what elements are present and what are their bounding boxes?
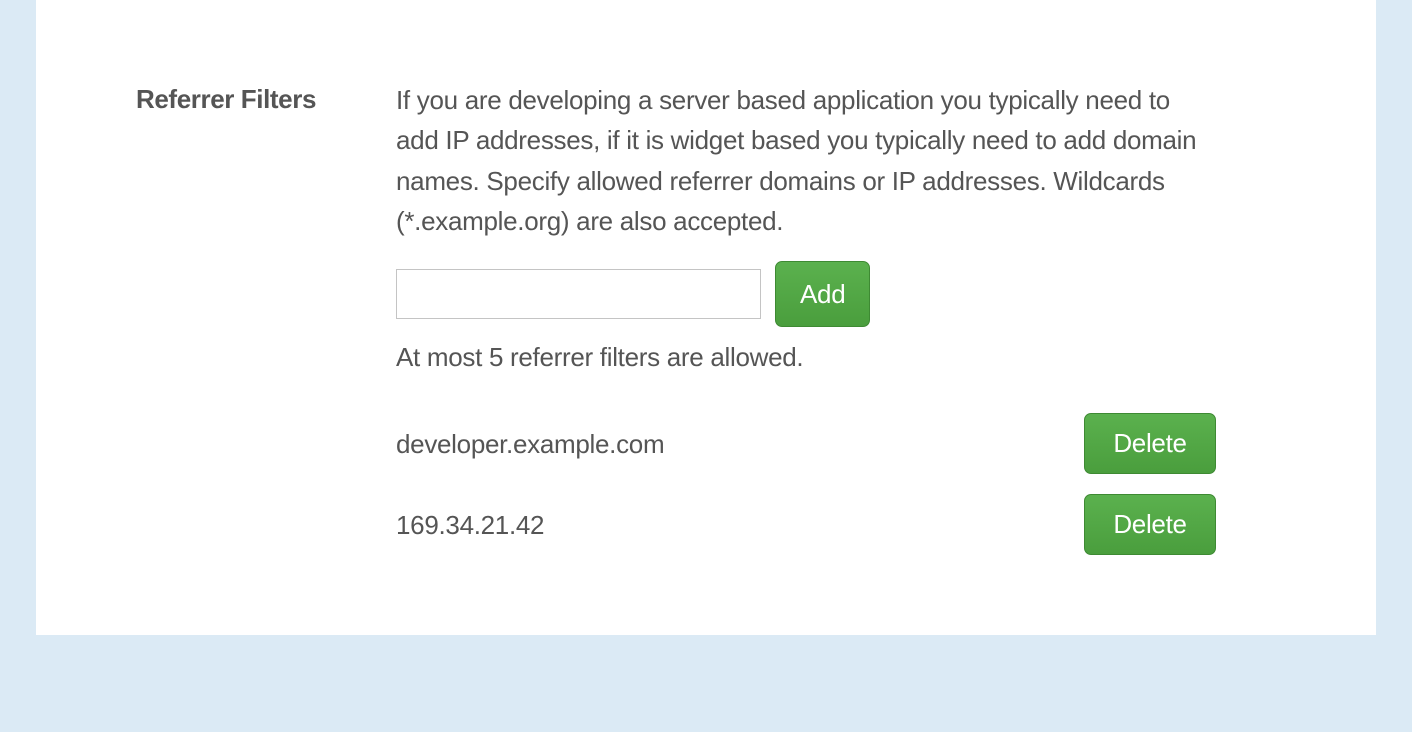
filter-value: developer.example.com: [396, 424, 664, 464]
filter-row: 169.34.21.42 Delete: [396, 494, 1216, 555]
delete-button[interactable]: Delete: [1084, 494, 1216, 555]
referrer-filters-row: Referrer Filters If you are developing a…: [36, 0, 1256, 555]
filter-row: developer.example.com Delete: [396, 413, 1216, 474]
limit-note: At most 5 referrer filters are allowed.: [396, 337, 1216, 377]
add-filter-row: Add: [396, 269, 1216, 327]
add-button[interactable]: Add: [775, 261, 870, 327]
filter-list: developer.example.com Delete 169.34.21.4…: [396, 413, 1216, 555]
label-column: Referrer Filters: [136, 80, 396, 555]
section-title: Referrer Filters: [136, 84, 396, 115]
referrer-filter-input[interactable]: [396, 269, 761, 319]
section-description: If you are developing a server based app…: [396, 80, 1216, 241]
settings-panel: Referrer Filters If you are developing a…: [36, 0, 1376, 635]
filter-value: 169.34.21.42: [396, 505, 544, 545]
delete-button[interactable]: Delete: [1084, 413, 1216, 474]
content-column: If you are developing a server based app…: [396, 80, 1216, 555]
